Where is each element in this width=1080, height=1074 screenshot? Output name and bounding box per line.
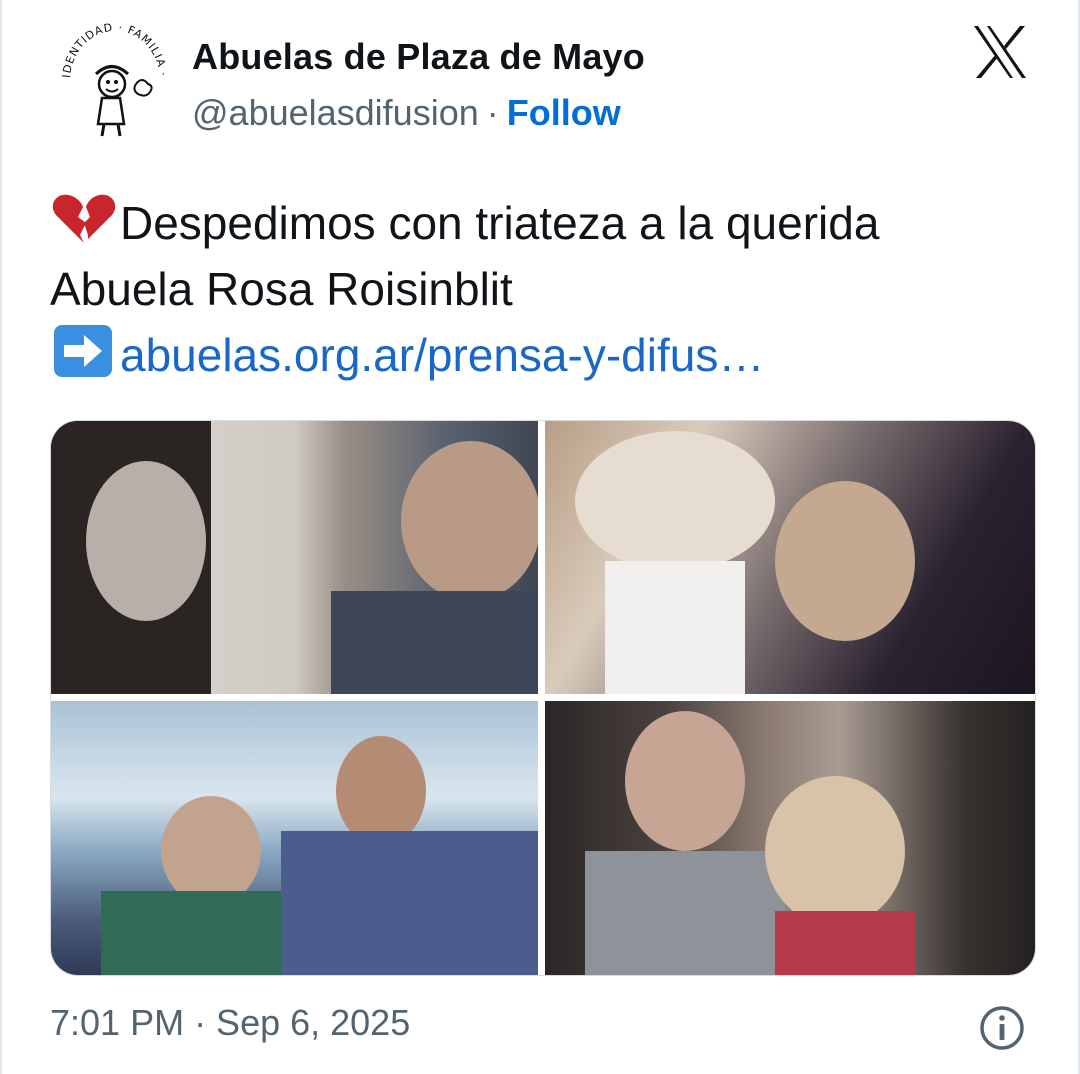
tweet-line-2: Abuela Rosa Roisinblit [50,263,513,315]
article-link[interactable]: abuelas.org.ar/prensa-y-difus… [120,329,764,381]
tweet-line-3: abuelas.org.ar/prensa-y-difus… [50,322,1050,388]
right-arrow-icon [50,323,118,379]
media-photo-2[interactable] [545,421,1035,694]
author-handle-row: @abuelasdifusion · Follow [192,92,621,134]
tweet-line-1: Despedimos con triateza a la querida [50,190,1050,256]
info-icon[interactable] [978,1004,1026,1052]
tweet-timestamp[interactable]: 7:01 PM · Sep 6, 2025 [50,1002,410,1044]
follow-button[interactable]: Follow [507,92,621,133]
author-name[interactable]: Abuelas de Plaza de Mayo [192,36,645,78]
x-logo-icon[interactable] [970,22,1030,82]
avatar[interactable]: IDENTIDAD · FAMILIA · LIBERTAD [52,14,178,148]
media-photo-3[interactable] [51,701,538,975]
media-photo-1[interactable] [51,421,538,694]
tweet-line-1-text: Despedimos con triateza a la querida [120,197,880,249]
media-photo-4[interactable] [545,701,1035,975]
media-grid [50,420,1036,976]
tweet-text: Despedimos con triateza a la querida Abu… [50,190,1050,388]
abuelas-logo-icon: IDENTIDAD · FAMILIA · LIBERTAD [52,14,175,141]
author-handle[interactable]: @abuelasdifusion [192,92,479,133]
separator-dot: · [486,92,499,133]
broken-heart-icon [50,191,118,247]
tweet-card: IDENTIDAD · FAMILIA · LIBERTAD Abuelas d… [0,0,1080,1074]
